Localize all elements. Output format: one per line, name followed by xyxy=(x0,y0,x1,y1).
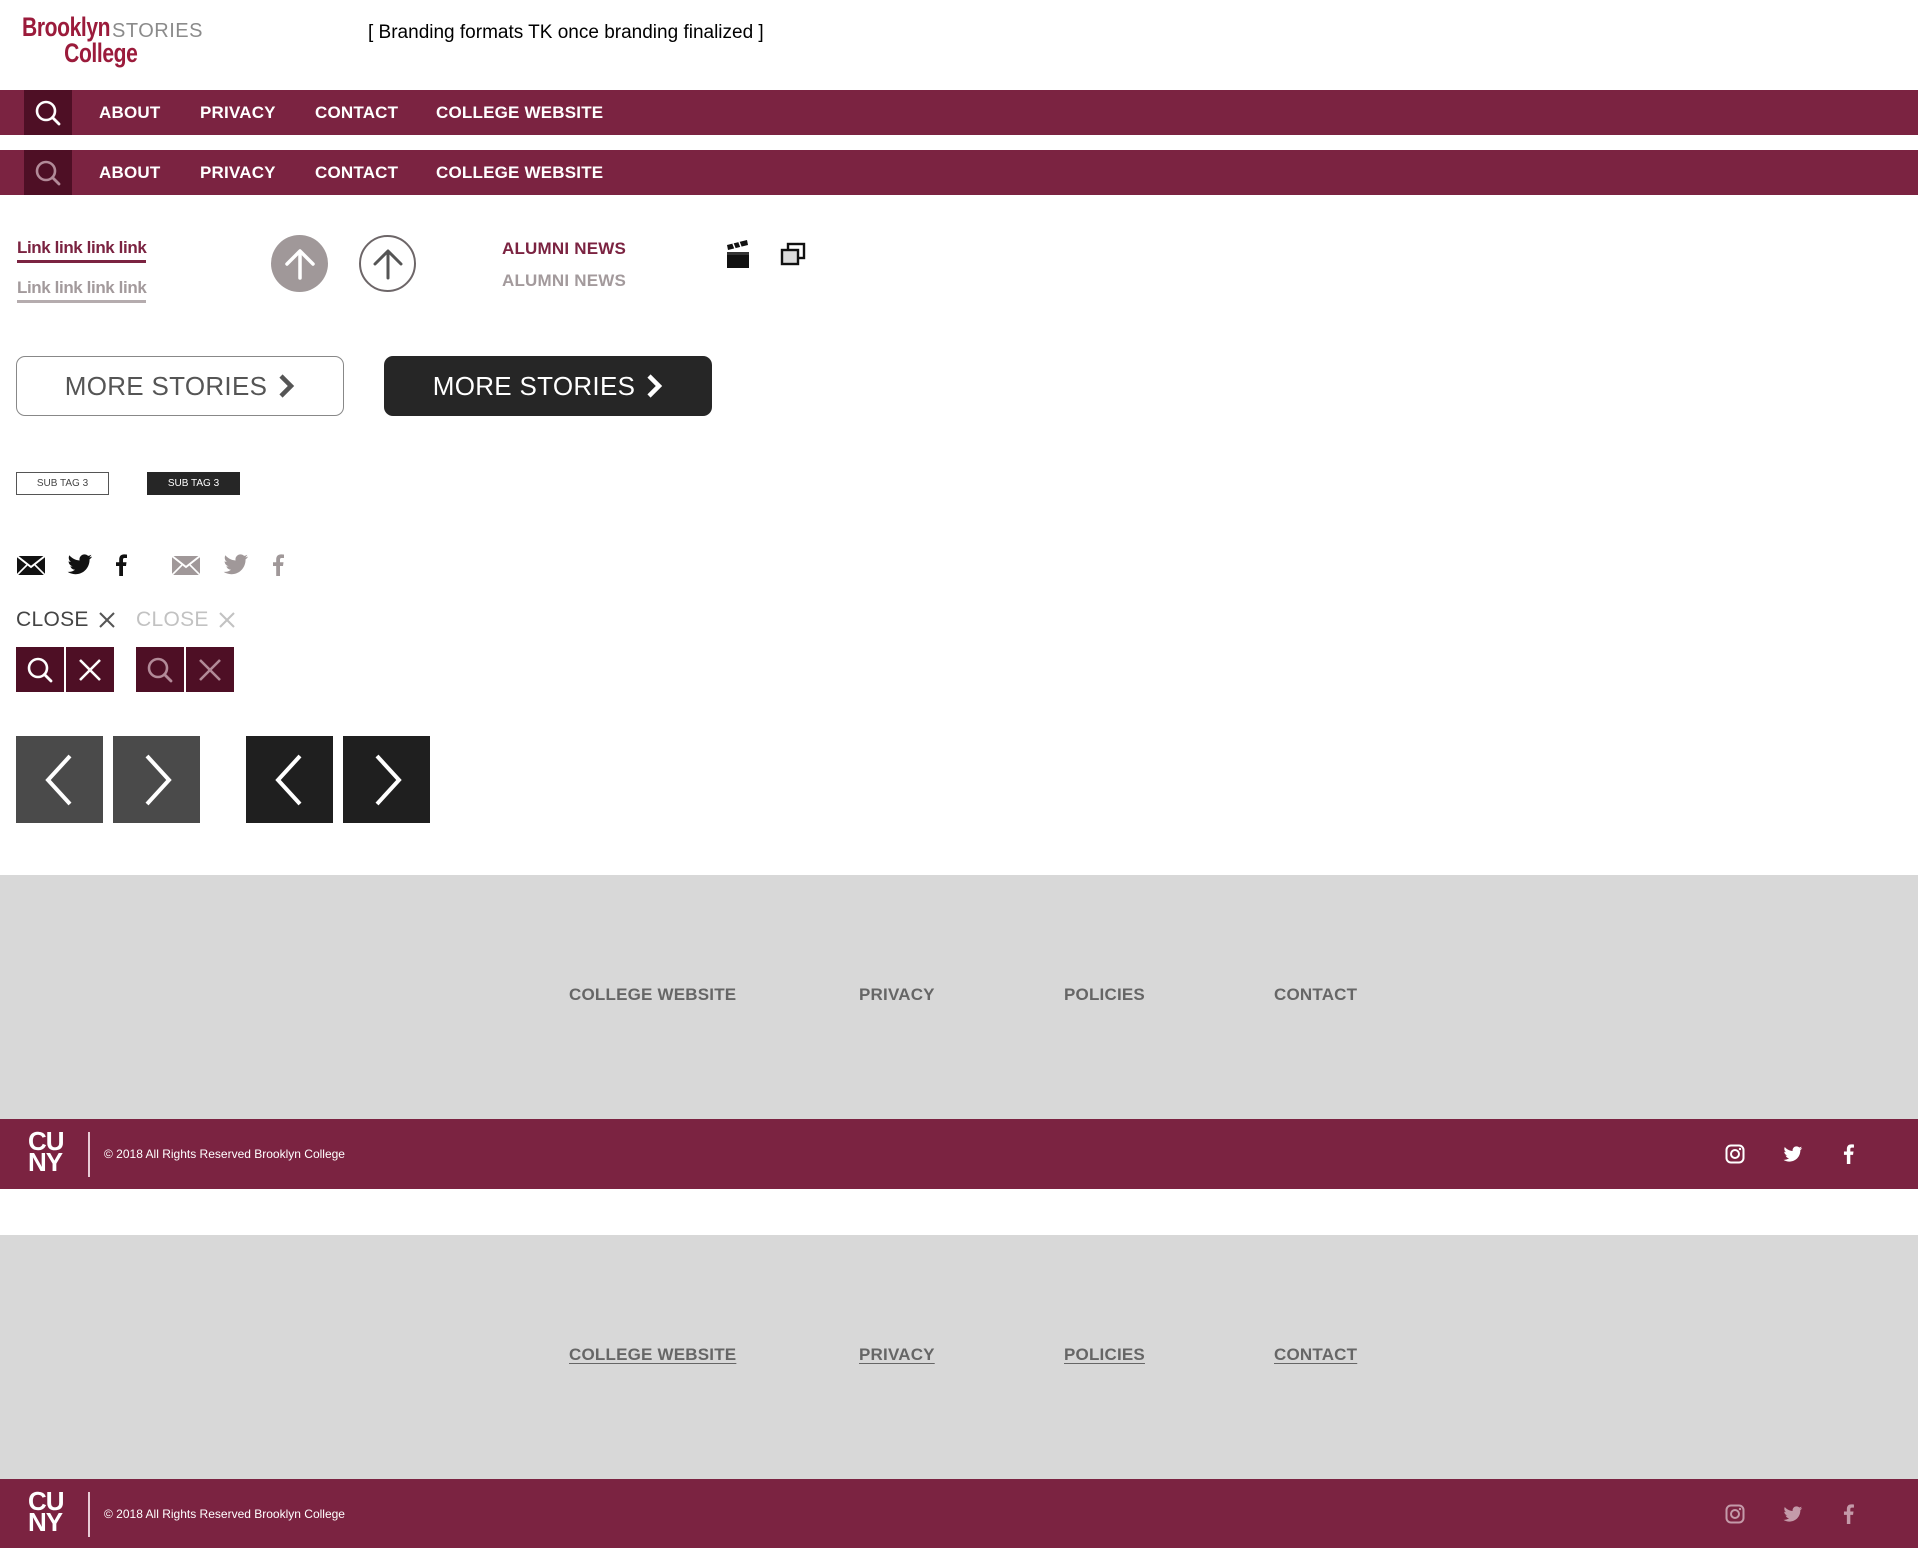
close-icon xyxy=(98,612,115,628)
close-button[interactable]: CLOSE xyxy=(16,608,116,632)
category-link-alumni-news-hover[interactable]: ALUMNI NEWS xyxy=(502,271,626,291)
text-link-sample[interactable]: Link link link link xyxy=(17,238,147,263)
twitter-share-icon-hover[interactable] xyxy=(223,554,249,581)
email-share-icon[interactable] xyxy=(16,555,46,581)
back-to-top-button-outline[interactable] xyxy=(359,235,416,292)
search-toggle-button-hover[interactable] xyxy=(136,647,184,692)
footer-link-policies[interactable]: POLICIES xyxy=(1064,1345,1145,1365)
close-label: CLOSE xyxy=(136,608,209,631)
more-stories-button-filled[interactable]: MORE STORIES xyxy=(384,356,712,416)
logo-wordmark: Brooklyn College xyxy=(22,12,138,70)
chevron-right-icon xyxy=(279,374,295,398)
logo-stories-label: STORIES xyxy=(112,20,203,42)
footer-divider xyxy=(88,1132,90,1177)
more-stories-button-outline[interactable]: MORE STORIES xyxy=(16,356,344,416)
chevron-right-icon xyxy=(375,754,402,805)
cuny-logo-bottom: NY xyxy=(28,1147,63,1177)
close-icon xyxy=(199,658,221,681)
footer-link-policies[interactable]: POLICIES xyxy=(1064,985,1145,1005)
instagram-icon[interactable] xyxy=(1724,1143,1746,1165)
sub-tag-outline[interactable]: SUB TAG 3 xyxy=(16,472,109,495)
facebook-share-icon[interactable] xyxy=(114,554,128,581)
video-clapper-icon xyxy=(725,240,751,275)
copyright-text: © 2018 All Rights Reserved Brooklyn Coll… xyxy=(104,1147,345,1161)
search-close-button-hover[interactable] xyxy=(186,647,234,692)
footer-link-contact[interactable]: CONTACT xyxy=(1274,985,1357,1005)
search-icon xyxy=(35,100,61,125)
cuny-logo[interactable]: CU NY xyxy=(28,1128,72,1177)
close-icon xyxy=(218,612,235,628)
search-icon xyxy=(27,657,53,682)
category-link-alumni-news[interactable]: ALUMNI NEWS xyxy=(502,239,626,259)
arrow-up-icon xyxy=(373,249,402,279)
close-button-hover[interactable]: CLOSE xyxy=(136,608,236,632)
twitter-icon[interactable] xyxy=(1782,1143,1804,1165)
nav-item-contact[interactable]: CONTACT xyxy=(315,90,398,135)
carousel-prev-button[interactable] xyxy=(16,736,103,823)
more-stories-label: MORE STORIES xyxy=(64,370,268,401)
carousel-prev-button-hover[interactable] xyxy=(246,736,333,823)
footer-link-contact[interactable]: CONTACT xyxy=(1274,1345,1357,1365)
chevron-right-icon xyxy=(647,374,663,398)
email-share-icon-hover[interactable] xyxy=(171,555,201,581)
footer-link-college-website[interactable]: COLLEGE WEBSITE xyxy=(569,985,736,1005)
close-label: CLOSE xyxy=(16,608,89,631)
chevron-left-icon xyxy=(274,754,301,805)
nav-item-college-website[interactable]: COLLEGE WEBSITE xyxy=(436,90,603,135)
facebook-icon[interactable] xyxy=(1837,1143,1859,1165)
footer-links-panel-hover: COLLEGE WEBSITE PRIVACY POLICIES CONTACT xyxy=(0,1235,1918,1479)
search-icon xyxy=(147,657,173,682)
search-close-button[interactable] xyxy=(66,647,114,692)
nav-search-button-alt[interactable] xyxy=(24,150,72,195)
branding-note: [ Branding formats TK once branding fina… xyxy=(368,22,764,43)
twitter-share-icon[interactable] xyxy=(67,554,93,581)
logo-line-1: Brooklyn xyxy=(22,12,111,42)
footer-link-college-website[interactable]: COLLEGE WEBSITE xyxy=(569,1345,736,1365)
cuny-logo[interactable]: CU NY xyxy=(28,1488,72,1537)
carousel-next-button[interactable] xyxy=(113,736,200,823)
main-nav-bar-alt: ABOUT PRIVACY CONTACT COLLEGE WEBSITE xyxy=(0,150,1918,195)
nav-item-college-website[interactable]: COLLEGE WEBSITE xyxy=(436,150,603,195)
facebook-icon[interactable] xyxy=(1837,1503,1859,1525)
nav-item-privacy[interactable]: PRIVACY xyxy=(200,90,276,135)
text-link-sample-hover[interactable]: Link link link link xyxy=(17,278,147,303)
footer-bar: CU NY © 2018 All Rights Reserved Brookly… xyxy=(0,1119,1918,1189)
twitter-icon[interactable] xyxy=(1782,1503,1804,1525)
footer-links-panel: COLLEGE WEBSITE PRIVACY POLICIES CONTACT xyxy=(0,875,1918,1119)
main-nav-bar: ABOUT PRIVACY CONTACT COLLEGE WEBSITE xyxy=(0,90,1918,135)
facebook-share-icon-hover[interactable] xyxy=(271,554,285,581)
more-stories-label: MORE STORIES xyxy=(432,370,636,401)
back-to-top-button[interactable] xyxy=(271,235,328,292)
footer-link-privacy[interactable]: PRIVACY xyxy=(859,1345,935,1365)
cuny-logo-bottom: NY xyxy=(28,1507,63,1537)
sub-tag-filled[interactable]: SUB TAG 3 xyxy=(147,472,240,495)
chevron-left-icon xyxy=(44,754,71,805)
instagram-icon[interactable] xyxy=(1724,1503,1746,1525)
chevron-right-icon xyxy=(145,754,172,805)
carousel-next-button-hover[interactable] xyxy=(343,736,430,823)
search-toggle-button[interactable] xyxy=(16,647,64,692)
footer-divider xyxy=(88,1492,90,1537)
search-icon xyxy=(35,160,61,185)
footer-bar-hover: CU NY © 2018 All Rights Reserved Brookly… xyxy=(0,1479,1918,1548)
nav-item-privacy[interactable]: PRIVACY xyxy=(200,150,276,195)
brooklyn-college-logo[interactable]: Brooklyn College STORIES xyxy=(22,12,202,70)
gallery-icon xyxy=(780,242,806,273)
footer-link-privacy[interactable]: PRIVACY xyxy=(859,985,935,1005)
arrow-up-icon xyxy=(284,248,315,280)
nav-search-button[interactable] xyxy=(24,90,72,135)
nav-item-about[interactable]: ABOUT xyxy=(99,150,160,195)
nav-item-about[interactable]: ABOUT xyxy=(99,90,160,135)
copyright-text: © 2018 All Rights Reserved Brooklyn Coll… xyxy=(104,1507,345,1521)
nav-item-contact[interactable]: CONTACT xyxy=(315,150,398,195)
close-icon xyxy=(79,658,101,681)
logo-line-2: College xyxy=(64,38,138,68)
